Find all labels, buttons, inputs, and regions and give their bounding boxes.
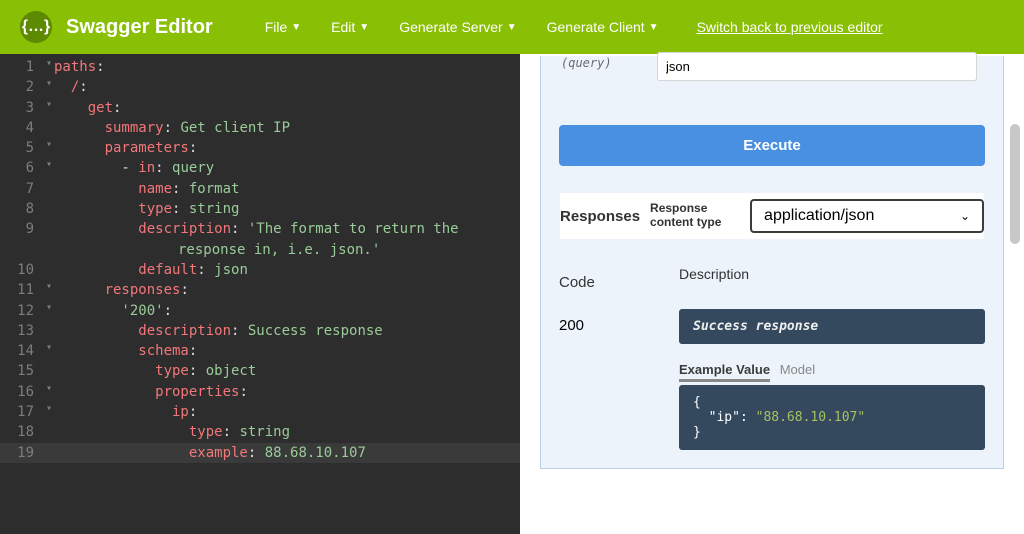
line-number: 17 (0, 402, 44, 422)
table-row: 200 Success response Example Value Model… (559, 309, 985, 450)
fold-icon (44, 118, 54, 138)
line-number: 1 (0, 57, 44, 77)
editor-line[interactable]: 3▾ get: (0, 98, 520, 118)
editor-line[interactable]: 6▾ - in: query (0, 158, 520, 178)
example-body: { "ip": "88.68.10.107" } (679, 385, 985, 450)
header-description: Description (679, 266, 985, 291)
editor-line[interactable]: 8 type: string (0, 199, 520, 219)
line-number: 7 (0, 179, 44, 199)
line-number: 3 (0, 98, 44, 118)
editor-line[interactable]: 13 description: Success response (0, 321, 520, 341)
line-number: 5 (0, 138, 44, 158)
line-number: 2 (0, 77, 44, 97)
editor-line[interactable]: 10 default: json (0, 260, 520, 280)
fold-icon[interactable]: ▾ (44, 98, 54, 118)
fold-icon[interactable]: ▾ (44, 341, 54, 361)
operation-section: (query) Execute Responses Response conte… (540, 56, 1004, 469)
swagger-logo-icon: {…} (20, 11, 52, 43)
caret-down-icon: ▼ (507, 22, 517, 33)
line-number: 16 (0, 382, 44, 402)
editor-line[interactable]: 2▾ /: (0, 77, 520, 97)
yaml-editor[interactable]: 1▾paths:2▾ /:3▾ get:4 summary: Get clien… (0, 54, 520, 534)
menu-generate-server[interactable]: Generate Server▼ (389, 13, 526, 41)
menu-generate-client[interactable]: Generate Client▼ (537, 13, 669, 41)
editor-line[interactable]: 5▾ parameters: (0, 138, 520, 158)
editor-line[interactable]: 16▾ properties: (0, 382, 520, 402)
responses-header: Responses Response content type applicat… (559, 192, 985, 240)
fold-icon[interactable]: ▾ (44, 301, 54, 321)
fold-icon[interactable]: ▾ (44, 402, 54, 422)
fold-icon[interactable]: ▾ (44, 77, 54, 97)
responses-title: Responses (560, 208, 640, 225)
fold-icon (44, 361, 54, 381)
line-number: 8 (0, 199, 44, 219)
editor-line[interactable]: 12▾ '200': (0, 301, 520, 321)
fold-icon (44, 260, 54, 280)
fold-icon[interactable]: ▾ (44, 382, 54, 402)
line-number: 18 (0, 422, 44, 442)
editor-line[interactable]: 18 type: string (0, 422, 520, 442)
menu-file[interactable]: File▼ (255, 13, 311, 41)
fold-icon (44, 422, 54, 442)
app-header: {…} Swagger Editor File▼ Edit▼ Generate … (0, 0, 1024, 54)
caret-down-icon: ▼ (359, 22, 369, 33)
example-toggle: Example Value Model (679, 362, 985, 377)
fold-icon[interactable]: ▾ (44, 158, 54, 178)
fold-icon (44, 321, 54, 341)
line-number: 19 (0, 443, 44, 463)
fold-icon[interactable]: ▾ (44, 57, 54, 77)
editor-line[interactable]: 11▾ responses: (0, 280, 520, 300)
fold-icon (44, 443, 54, 463)
table-header: Code Description (559, 266, 985, 291)
editor-line[interactable]: 19 example: 88.68.10.107 (0, 443, 520, 463)
fold-icon (44, 179, 54, 199)
editor-line[interactable]: 7 name: format (0, 179, 520, 199)
fold-icon[interactable]: ▾ (44, 280, 54, 300)
param-input-format[interactable] (657, 52, 977, 81)
switch-editor-link[interactable]: Switch back to previous editor (697, 19, 883, 35)
content-type-label: Response content type (650, 202, 740, 230)
line-number: 13 (0, 321, 44, 341)
editor-line[interactable]: 1▾paths: (0, 57, 520, 77)
editor-line[interactable]: 9 description: 'The format to return the (0, 219, 520, 239)
editor-line-wrap[interactable]: response in, i.e. json.' (0, 240, 520, 260)
menu-edit[interactable]: Edit▼ (321, 13, 379, 41)
editor-line[interactable]: 15 type: object (0, 361, 520, 381)
line-number: 6 (0, 158, 44, 178)
line-number: 4 (0, 118, 44, 138)
fold-icon[interactable]: ▾ (44, 138, 54, 158)
api-docs-panel: (query) Execute Responses Response conte… (520, 54, 1024, 534)
tab-example-value[interactable]: Example Value (679, 362, 770, 382)
editor-line[interactable]: 4 summary: Get client IP (0, 118, 520, 138)
content-type-select[interactable]: application/json ⌄ (750, 199, 984, 233)
fold-icon (44, 219, 54, 239)
param-row-format: (query) (561, 56, 1003, 70)
caret-down-icon: ▼ (291, 22, 301, 33)
response-description: Success response (679, 309, 985, 344)
line-number: 11 (0, 280, 44, 300)
chevron-down-icon: ⌄ (960, 209, 970, 223)
execute-button[interactable]: Execute (559, 125, 985, 166)
editor-line[interactable]: 14▾ schema: (0, 341, 520, 361)
editor-line[interactable]: 17▾ ip: (0, 402, 520, 422)
app-title: Swagger Editor (66, 16, 213, 39)
response-code: 200 (559, 309, 679, 450)
tab-model[interactable]: Model (780, 362, 815, 377)
responses-table: Code Description 200 Success response Ex… (559, 266, 985, 450)
caret-down-icon: ▼ (649, 22, 659, 33)
line-number: 15 (0, 361, 44, 381)
header-code: Code (559, 266, 679, 291)
docs-scrollbar[interactable] (1010, 124, 1020, 244)
fold-icon (44, 199, 54, 219)
line-number: 10 (0, 260, 44, 280)
line-number: 9 (0, 219, 44, 239)
line-number: 14 (0, 341, 44, 361)
line-number: 12 (0, 301, 44, 321)
